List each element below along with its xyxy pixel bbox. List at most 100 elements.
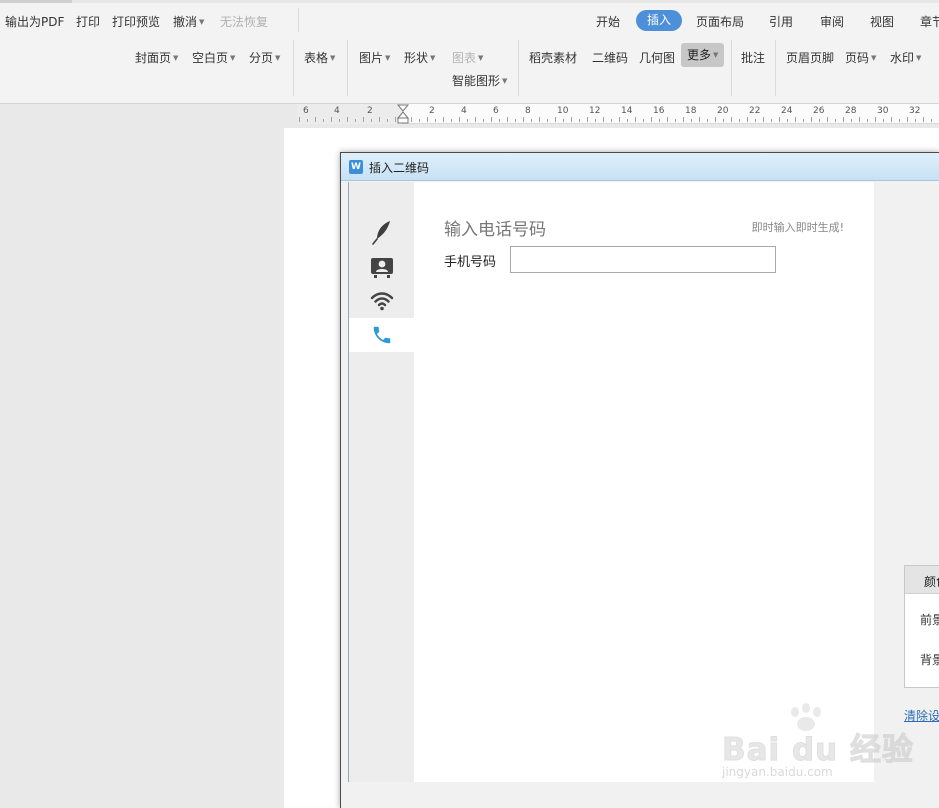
ruler-tick	[811, 117, 812, 122]
tab-insert[interactable]: 插入	[636, 10, 683, 31]
tab-page-layout[interactable]: 页面布局	[696, 13, 744, 30]
ruler-tick	[571, 117, 572, 122]
ruler-tick	[563, 119, 564, 122]
ruler-tick	[491, 117, 492, 122]
ruler-tick	[603, 117, 604, 122]
page-break-label: 分页	[249, 51, 274, 65]
ruler-tick	[531, 119, 532, 122]
undo-button[interactable]: 撤消 ▼	[173, 13, 204, 30]
background-label[interactable]: 背景	[920, 651, 939, 668]
ruler-tick	[779, 117, 780, 122]
print-button[interactable]: 打印	[76, 13, 100, 30]
ruler-number: 28	[845, 106, 857, 116]
smart-art-button[interactable]: 智能图形 ▼	[452, 72, 507, 89]
ruler-tick	[595, 119, 596, 122]
ruler-tick	[699, 117, 700, 122]
table-button[interactable]: 表格 ▼	[304, 49, 335, 66]
ruler-tick	[363, 117, 364, 122]
watermark-main-text: Bai du 经验	[721, 732, 915, 769]
dialog-titlebar[interactable]: W 插入二维码	[341, 153, 939, 181]
print-preview-button[interactable]: 打印预览	[112, 13, 160, 30]
chart-button[interactable]: 图表 ▼	[452, 49, 483, 66]
chevron-down-icon: ▼	[330, 54, 336, 62]
toolbar-top-strip	[0, 0, 939, 3]
tab-start[interactable]: 开始	[596, 13, 620, 30]
ruler-tick	[507, 117, 508, 122]
ruler-tick	[555, 117, 556, 122]
redo-button[interactable]: 无法恢复	[220, 13, 268, 30]
nav-item-text[interactable]	[349, 215, 414, 249]
ruler-tick	[803, 119, 804, 122]
ruler-number: 6	[303, 106, 309, 116]
nav-item-phone[interactable]	[349, 318, 414, 352]
watermark-button[interactable]: 水印 ▼	[890, 49, 921, 66]
ruler-tick	[459, 117, 460, 122]
ruler-tick	[539, 117, 540, 122]
ruler-tick	[499, 119, 500, 122]
ruler-tick	[515, 119, 516, 122]
dialog-body: 输入电话号码 即时输入即时生成! 手机号码 颜色 前景 背景 清除设	[348, 182, 939, 782]
ruler-tick	[379, 117, 380, 122]
docer-material-button[interactable]: 稻壳素材	[529, 49, 577, 66]
export-pdf-button[interactable]: 输出为PDF	[5, 13, 64, 30]
horizontal-ruler[interactable]: 6 4 2 2 4 6 8 10 12 14 16 18 20 22 24 26 28 30 32	[297, 104, 939, 124]
ruler-tick	[707, 119, 708, 122]
ruler-tick	[859, 117, 860, 122]
ruler-tick	[339, 119, 340, 122]
chevron-down-icon: ▼	[916, 54, 922, 62]
undo-label: 撤消	[173, 15, 198, 29]
ruler-number: 24	[781, 106, 793, 116]
ruler-number: 4	[461, 106, 467, 116]
ruler-tick	[347, 117, 348, 122]
table-label: 表格	[304, 51, 329, 65]
page-number-button[interactable]: 页码 ▼	[845, 49, 876, 66]
ruler-tick	[451, 119, 452, 122]
geometry-button[interactable]: 几何图	[639, 49, 675, 66]
ruler-tick	[587, 117, 588, 122]
foreground-label[interactable]: 前景	[920, 611, 939, 628]
more-button[interactable]: 更多 ▼	[681, 43, 725, 67]
wifi-icon	[370, 292, 393, 311]
ruler-tick	[395, 117, 396, 122]
ruler-number: 20	[717, 106, 729, 116]
ribbon-divider	[731, 40, 732, 96]
comment-button[interactable]: 批注	[741, 49, 765, 66]
ruler-tick	[891, 117, 892, 122]
indent-marker-icon[interactable]	[397, 104, 409, 124]
picture-button[interactable]: 图片 ▼	[359, 49, 390, 66]
undo-dropdown-icon[interactable]: ▼	[199, 18, 204, 26]
ruler-tick	[371, 119, 372, 122]
tab-view[interactable]: 视图	[870, 13, 894, 30]
tab-section[interactable]: 章节	[920, 13, 939, 30]
blank-page-label: 空白页	[192, 51, 229, 65]
qr-code-button[interactable]: 二维码	[592, 49, 628, 66]
nav-item-contact[interactable]	[349, 250, 414, 284]
ruler-tick	[467, 119, 468, 122]
ruler-tick	[795, 117, 796, 122]
color-tab-label: 颜色	[924, 575, 939, 589]
header-footer-button[interactable]: 页眉页脚	[786, 49, 834, 66]
preview-settings-area: 颜色 前景 背景 清除设	[874, 182, 939, 782]
watermark-url: jingyan.baidu.com	[722, 765, 833, 779]
ruler-tick	[755, 119, 756, 122]
tab-references[interactable]: 引用	[769, 13, 793, 30]
blank-page-button[interactable]: 空白页 ▼	[192, 49, 235, 66]
chevron-down-icon: ▼	[173, 54, 179, 62]
dialog-title: 插入二维码	[369, 161, 430, 175]
ruler-tick	[827, 117, 828, 122]
chevron-down-icon: ▼	[230, 54, 236, 62]
tab-color[interactable]: 颜色	[905, 566, 939, 594]
cover-page-button[interactable]: 封面页 ▼	[135, 49, 178, 66]
page-break-button[interactable]: 分页 ▼	[249, 49, 280, 66]
tab-review[interactable]: 审阅	[820, 13, 844, 30]
ribbon-divider	[347, 40, 348, 96]
chevron-down-icon: ▼	[713, 51, 719, 59]
ruler-tick	[315, 117, 316, 122]
picture-label: 图片	[359, 51, 384, 65]
nav-item-wifi[interactable]	[349, 284, 414, 318]
ruler-number: 12	[589, 106, 601, 116]
shape-button[interactable]: 形状 ▼	[404, 49, 435, 66]
phone-number-input[interactable]	[510, 246, 776, 273]
phone-icon	[373, 326, 390, 344]
watermark-label: 水印	[890, 51, 915, 65]
